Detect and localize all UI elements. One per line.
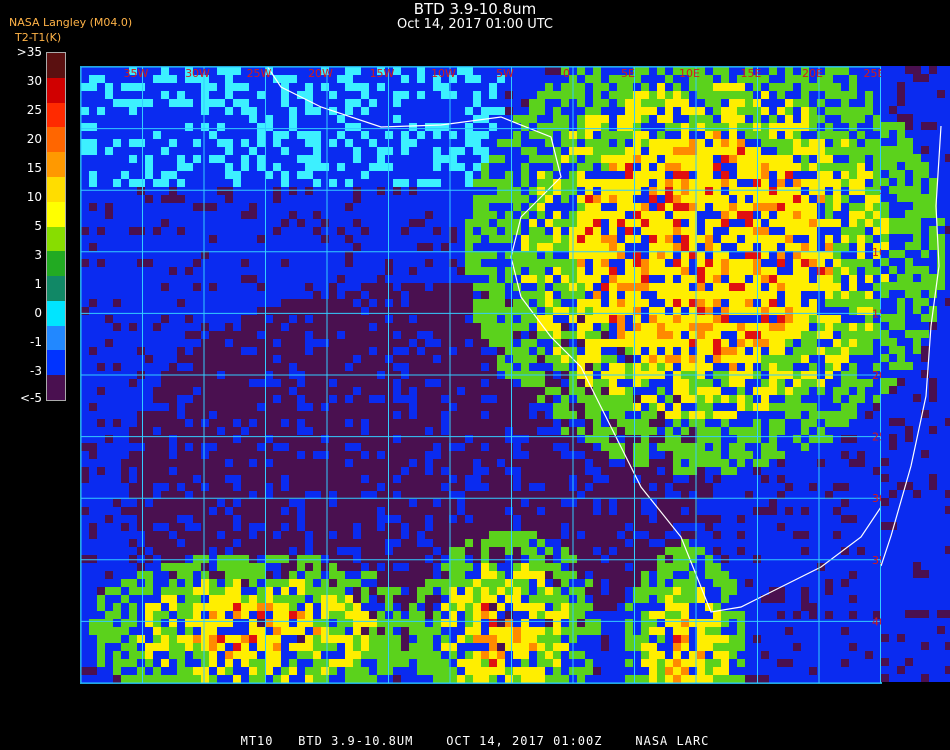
longitude-label: 5W [496, 67, 514, 80]
legend-swatch [47, 276, 65, 302]
legend-label: 1 [34, 277, 42, 291]
legend-swatch [47, 201, 65, 227]
longitude-label: 35W [124, 67, 149, 80]
units-label: T2-T1(K) [15, 31, 62, 44]
legend-label: -1 [30, 335, 42, 349]
longitude-label: 30W [185, 67, 210, 80]
legend-label: 10 [26, 190, 42, 204]
legend-label: 15 [26, 161, 42, 175]
legend-swatch [47, 325, 65, 351]
legend-swatch [47, 251, 65, 277]
longitude-label: 25W [247, 67, 272, 80]
legend-swatch [47, 77, 65, 104]
color-legend [46, 52, 66, 401]
longitude-label: 20E [802, 67, 823, 80]
legend-label: -3 [30, 364, 42, 378]
legend-swatch [47, 350, 65, 376]
image-title: BTD 3.9-10.8um [413, 0, 537, 18]
longitude-label: 15E [741, 67, 762, 80]
legend-label: 3 [34, 248, 42, 262]
cloud-field [881, 66, 950, 682]
longitude-label: 0 [563, 67, 570, 80]
image-subtitle: Oct 14, 2017 01:00 UTC [397, 17, 553, 32]
longitude-label: 20W [308, 67, 333, 80]
credit-label: NASA Langley (M04.0) [9, 16, 133, 29]
legend-label: 5 [34, 219, 42, 233]
legend-label: 30 [26, 74, 42, 88]
legend-swatch [47, 102, 65, 128]
legend-swatch [47, 176, 65, 203]
legend-swatch [47, 127, 65, 153]
longitude-label: 10W [431, 67, 456, 80]
satellite-map-right-strip [881, 66, 950, 682]
legend-swatch [47, 375, 65, 401]
legend-swatch [47, 152, 65, 178]
legend-label: 20 [26, 132, 42, 146]
legend-label: 25 [26, 103, 42, 117]
legend-swatch [47, 300, 65, 327]
legend-swatch [47, 53, 65, 79]
satellite-map: 35W30W25W20W15W10W5W05E10E15E20E25E30E35… [80, 66, 882, 684]
legend-swatch [47, 226, 65, 252]
longitude-label: 10E [679, 67, 700, 80]
longitude-label: 15W [370, 67, 395, 80]
longitude-label: 5E [621, 67, 635, 80]
legend-label: <-5 [19, 391, 42, 405]
footer-caption: MT10 BTD 3.9-10.8UM OCT 14, 2017 01:00Z … [240, 734, 710, 748]
legend-label: 0 [34, 306, 42, 320]
legend-label: >35 [16, 45, 42, 59]
